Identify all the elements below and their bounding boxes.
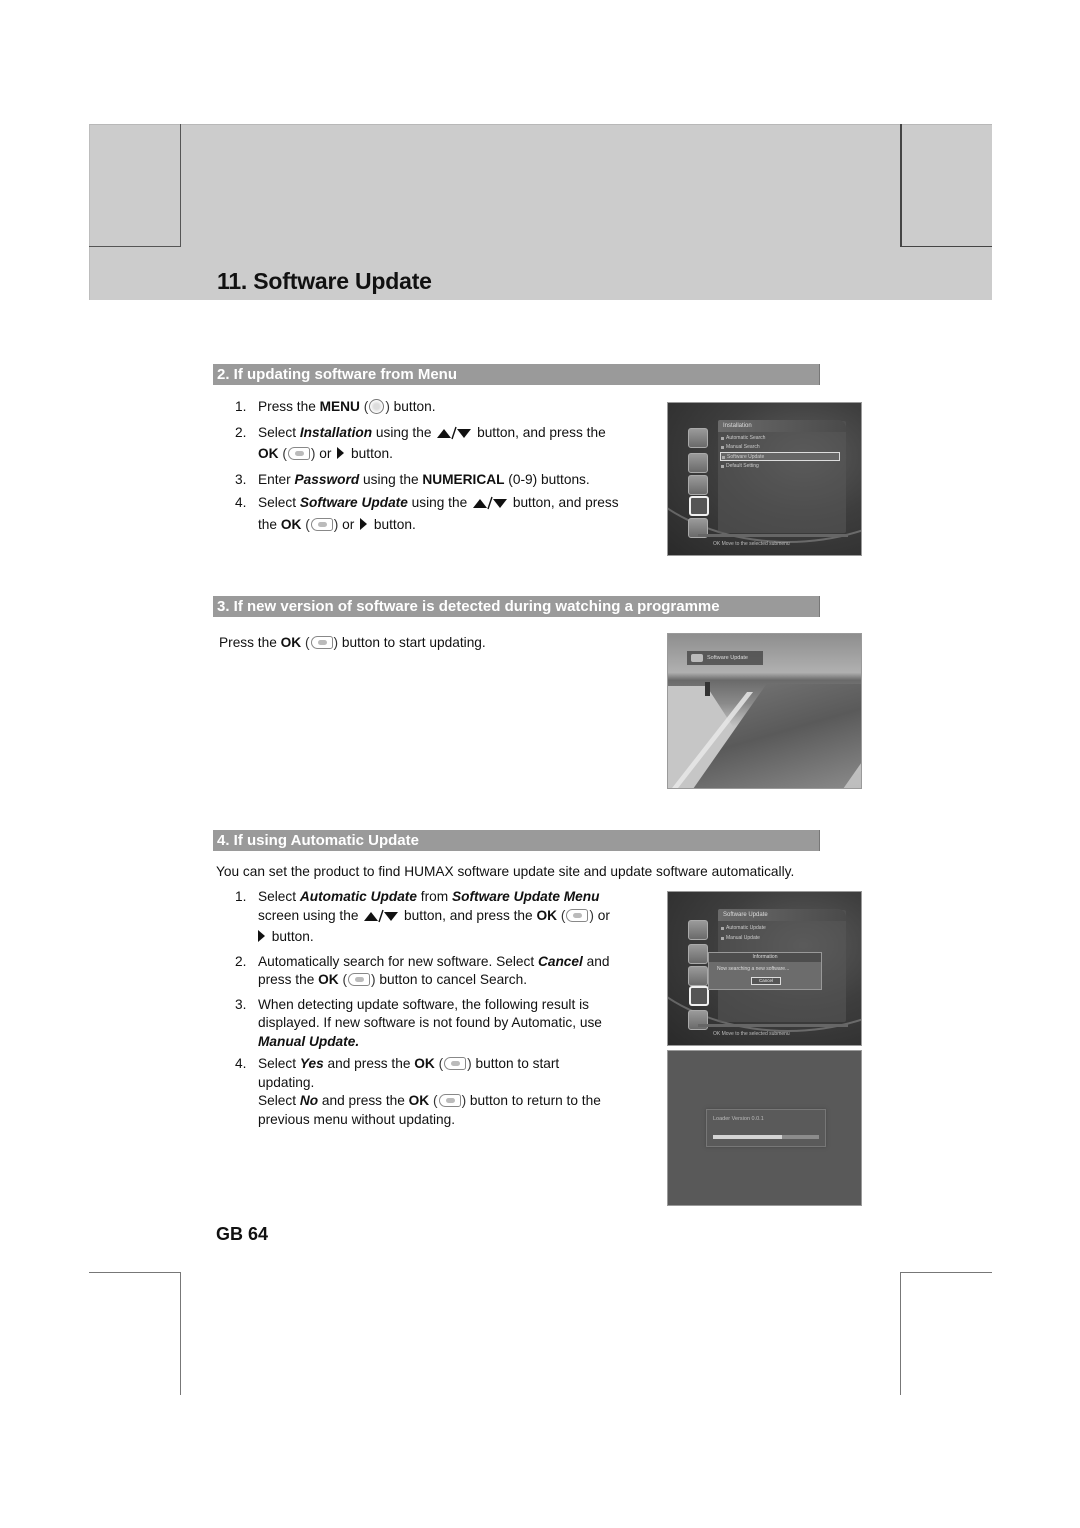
section-heading-automatic-update: 4. If using Automatic Update	[213, 830, 820, 851]
step-item: 3. When detecting update software, the f…	[235, 996, 602, 1049]
automatic-update-steps: 1. Select Automatic Update from Software…	[213, 888, 653, 1129]
ok-button-icon	[438, 1094, 461, 1107]
software-update-osd-banner: Software Update	[687, 651, 763, 665]
screen-menu-item: Default Setting	[720, 462, 840, 471]
screen-menu-item: Automatic Update	[720, 924, 840, 933]
step-item: 3. Enter Password using the NUMERICAL (0…	[235, 471, 590, 487]
menu-update-steps: 1. Press the MENU () button. 2. Select I…	[213, 398, 653, 534]
step-item: 2. Automatically search for new software…	[235, 953, 610, 988]
screen-menu-item-selected: Software Update	[720, 452, 840, 461]
ok-button-icon	[444, 1057, 467, 1070]
menu-category-icon	[688, 453, 708, 473]
ok-button-icon	[310, 636, 333, 649]
ok-button-icon	[348, 973, 371, 986]
programme-update-notice-screenshot: Software Update	[667, 633, 862, 789]
crop-mark-top-left	[89, 124, 181, 247]
step-item: 1. Press the MENU () button.	[235, 399, 436, 414]
update-progress-bar	[713, 1135, 819, 1139]
installation-category-icon	[689, 986, 709, 1006]
up-down-arrow-icon	[472, 496, 508, 516]
loader-version-label: Loader Version 0.0.1	[713, 1116, 764, 1122]
screen-help-text: OK Move to the selected submenu	[713, 541, 790, 547]
loader-progress-screenshot: Loader Version 0.0.1	[667, 1050, 862, 1206]
section-heading-update-from-menu: 2. If updating software from Menu	[213, 364, 820, 385]
update-progress-fill	[713, 1135, 782, 1139]
loader-dialog: Loader Version 0.0.1	[706, 1109, 826, 1147]
ok-button-icon	[310, 517, 333, 531]
menu-category-icon	[688, 966, 708, 986]
ok-button-icon	[287, 447, 310, 460]
step-item: 1. Select Automatic Update from Software…	[235, 889, 610, 944]
up-down-arrow-icon	[436, 426, 472, 446]
popup-message: Now searching a new software...	[717, 966, 790, 972]
menu-category-icon	[688, 944, 708, 964]
information-popup: Information Now searching a new software…	[708, 952, 822, 990]
menu-category-icon	[688, 428, 708, 448]
ok-button-icon	[566, 908, 589, 922]
menu-button-icon	[369, 399, 385, 414]
screen-help-text: OK Move to the selected submenu	[713, 1031, 790, 1037]
page-title: 11. Software Update	[217, 268, 432, 294]
screen-menu-title: Software Update	[718, 909, 846, 921]
step-item: 2. Select Installation using the button,…	[235, 424, 606, 462]
screen-menu-item: Manual Search	[720, 443, 840, 452]
installation-category-icon	[689, 496, 709, 516]
screen-menu-title: Installation	[718, 420, 846, 432]
page-number: GB 64	[216, 1224, 269, 1244]
menu-category-icon	[688, 475, 708, 495]
up-down-arrow-icon	[363, 909, 399, 929]
crop-mark-bottom-left	[89, 1272, 181, 1395]
section-heading-detected-during-programme: 3. If new version of software is detecte…	[213, 596, 820, 617]
menu-category-icon	[688, 1010, 708, 1030]
software-update-search-screenshot: Software Update Automatic Update Manual …	[667, 891, 862, 1046]
screen-menu-item: Manual Update	[720, 934, 840, 943]
crop-mark-top-right	[900, 124, 992, 247]
right-arrow-icon	[258, 930, 265, 942]
popup-title: Information	[709, 953, 821, 962]
menu-category-icon	[688, 920, 708, 940]
automatic-update-intro: You can set the product to find HUMAX so…	[216, 864, 795, 879]
installation-menu-screenshot: Installation Automatic Search Manual Sea…	[667, 402, 862, 556]
crop-mark-bottom-right	[900, 1272, 992, 1395]
detected-update-instruction: Press the OK () button to start updating…	[219, 635, 486, 650]
cancel-button[interactable]: Cancel	[751, 977, 781, 985]
step-item: 4. Select Software Update using the butt…	[235, 495, 619, 532]
right-arrow-icon	[337, 447, 345, 459]
screen-menu-item: Automatic Search	[720, 434, 840, 443]
people-figure	[705, 682, 710, 696]
right-arrow-icon	[360, 517, 368, 530]
step-item: 4. Select Yes and press the OK () button…	[235, 1056, 601, 1127]
